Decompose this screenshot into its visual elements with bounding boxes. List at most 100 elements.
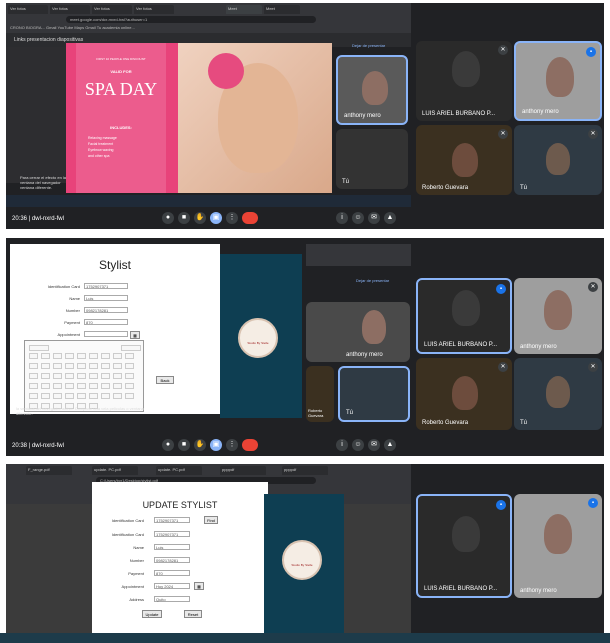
address-bar[interactable]: meet.google.com/dcr-mxrd-hwl?authuser=1	[66, 16, 316, 23]
mic-button[interactable]: ●	[162, 439, 174, 451]
payment-field[interactable]: 870	[84, 319, 128, 325]
calendar-day[interactable]	[65, 393, 74, 399]
calendar-day[interactable]	[101, 383, 110, 389]
calendar-day[interactable]	[29, 373, 38, 379]
calendar-day[interactable]	[113, 353, 122, 359]
pdf-tab[interactable]: update. PC.pdf	[156, 466, 202, 475]
calendar-day[interactable]	[77, 353, 86, 359]
more-options-button[interactable]: ⋮	[226, 212, 238, 224]
calendar-day[interactable]	[29, 383, 38, 389]
calendar-day[interactable]	[89, 383, 98, 389]
calendar-button[interactable]: ▦	[194, 582, 204, 590]
chat-button[interactable]: ✉	[368, 439, 380, 451]
mic-button[interactable]: ●	[162, 212, 174, 224]
calendar-day[interactable]	[113, 383, 122, 389]
id-card-field[interactable]: 1752907371	[84, 283, 128, 289]
calendar-day[interactable]	[125, 373, 134, 379]
calendar-day[interactable]	[125, 393, 134, 399]
calendar-day[interactable]	[125, 353, 134, 359]
calendar-day[interactable]	[65, 383, 74, 389]
people-button[interactable]: ☺	[352, 439, 364, 451]
pdf-tab[interactable]: F_range.pdf	[26, 466, 72, 475]
browser-tab[interactable]: Ver fotos	[92, 5, 132, 14]
pdf-tab[interactable]: update. PC.pdf	[92, 466, 138, 475]
calendar-day[interactable]	[29, 393, 38, 399]
stop-presenting-link[interactable]: Dejar de presentar	[352, 43, 408, 51]
activities-button[interactable]: ▲	[384, 439, 396, 451]
calendar-day[interactable]	[53, 383, 62, 389]
appointment-field[interactable]: Hoy 2024	[154, 583, 190, 589]
present-button[interactable]: ▣	[210, 439, 222, 451]
calendar-day[interactable]	[113, 393, 122, 399]
back-button[interactable]: Back	[156, 376, 174, 384]
number-field[interactable]: 0982178281	[84, 307, 128, 313]
month-select[interactable]	[29, 345, 49, 351]
calendar-day[interactable]	[89, 373, 98, 379]
bookmarks-bar[interactable]: CRONO BIOGRA... Gmail YouTube Maps Gmail…	[6, 24, 411, 32]
calendar-day[interactable]	[77, 393, 86, 399]
stop-presenting-link[interactable]: Dejar de presentar	[356, 278, 412, 283]
calendar-day[interactable]	[125, 383, 134, 389]
calendar-day[interactable]	[41, 393, 50, 399]
date-picker[interactable]	[24, 340, 144, 412]
people-button[interactable]: ☺	[352, 212, 364, 224]
activities-button[interactable]: ▲	[384, 212, 396, 224]
address-field[interactable]: Quito	[154, 596, 190, 602]
more-options-button[interactable]: ⋮	[226, 439, 238, 451]
calendar-day[interactable]	[53, 373, 62, 379]
search-id-field[interactable]: 1752907371	[154, 517, 190, 523]
calendar-day[interactable]	[53, 393, 62, 399]
raise-hand-button[interactable]: ✋	[194, 439, 206, 451]
calendar-day[interactable]	[101, 353, 110, 359]
calendar-button[interactable]: ▦	[130, 331, 140, 339]
raise-hand-button[interactable]: ✋	[194, 212, 206, 224]
browser-tab[interactable]: Ver fotos	[134, 5, 174, 14]
calendar-day[interactable]	[125, 363, 134, 369]
chat-button[interactable]: ✉	[368, 212, 380, 224]
calendar-day[interactable]	[29, 353, 38, 359]
calendar-day[interactable]	[65, 363, 74, 369]
appointment-field[interactable]	[84, 331, 128, 337]
update-button[interactable]: Update	[142, 610, 162, 618]
calendar-day[interactable]	[41, 353, 50, 359]
calendar-day[interactable]	[29, 363, 38, 369]
find-button[interactable]: Find	[204, 516, 218, 524]
calendar-day[interactable]	[41, 373, 50, 379]
number-field[interactable]: 0982178281	[154, 557, 190, 563]
name-field[interactable]: Luis	[84, 295, 128, 301]
payment-field[interactable]: 870	[154, 570, 190, 576]
calendar-day[interactable]	[113, 363, 122, 369]
browser-tab[interactable]: Ver fotos	[50, 5, 90, 14]
calendar-day[interactable]	[101, 373, 110, 379]
calendar-day[interactable]	[53, 353, 62, 359]
calendar-day[interactable]	[41, 383, 50, 389]
pdf-tab[interactable]: ppppdf	[282, 466, 328, 475]
calendar-day[interactable]	[89, 363, 98, 369]
calendar-day[interactable]	[113, 373, 122, 379]
info-button[interactable]: i	[336, 439, 348, 451]
browser-tab[interactable]: Meet	[264, 5, 300, 14]
reset-button[interactable]: Reset	[184, 610, 202, 618]
calendar-day[interactable]	[89, 353, 98, 359]
present-button[interactable]: ▣	[210, 212, 222, 224]
calendar-day[interactable]	[77, 363, 86, 369]
year-select[interactable]	[121, 345, 141, 351]
calendar-day[interactable]	[77, 383, 86, 389]
camera-button[interactable]: ■	[178, 212, 190, 224]
calendar-day[interactable]	[53, 363, 62, 369]
pdf-tab[interactable]: ppppdf	[220, 466, 266, 475]
browser-tab-active[interactable]: Meet	[226, 5, 262, 14]
name-field[interactable]: Luis	[154, 544, 190, 550]
calendar-day[interactable]	[65, 373, 74, 379]
calendar-day[interactable]	[65, 353, 74, 359]
calendar-day[interactable]	[101, 363, 110, 369]
camera-button[interactable]: ■	[178, 439, 190, 451]
end-call-button[interactable]	[242, 439, 258, 451]
info-button[interactable]: i	[336, 212, 348, 224]
browser-tab[interactable]: Ver fotos	[8, 5, 48, 14]
id-card-field[interactable]: 1752907371	[154, 531, 190, 537]
calendar-day[interactable]	[89, 393, 98, 399]
calendar-day[interactable]	[77, 373, 86, 379]
end-call-button[interactable]	[242, 212, 258, 224]
calendar-day[interactable]	[41, 363, 50, 369]
